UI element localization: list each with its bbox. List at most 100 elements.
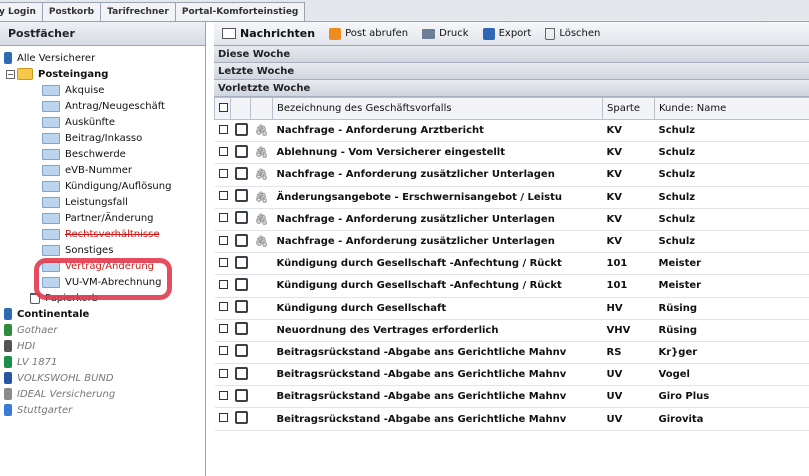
sparte-header[interactable]: Sparte xyxy=(602,97,655,120)
mailbox-item[interactable]: Auskünfte xyxy=(0,114,205,130)
row-subject[interactable]: Beitragsrückstand -Abgabe ans Gerichtlic… xyxy=(272,407,603,431)
row-checkbox[interactable] xyxy=(218,124,228,134)
mailbox-item[interactable]: Sonstiges xyxy=(0,242,205,258)
tab-portal-komforteinstieg[interactable]: Portal-Komforteinstieg xyxy=(174,2,306,21)
mailbox-item[interactable]: Akquise xyxy=(0,82,205,98)
row-subject[interactable]: Kündigung durch Gesellschaft xyxy=(272,297,603,320)
message-type-icon xyxy=(234,255,248,269)
row-subject[interactable]: Neuordnung des Vertrages erforderlich xyxy=(272,319,603,342)
group-last-week[interactable]: Letzte Woche xyxy=(214,63,809,80)
delete-button[interactable]: Löschen xyxy=(545,27,600,40)
subject-header[interactable]: Bezeichnung des Geschäftsvorfalls xyxy=(272,97,603,120)
mailbox-item[interactable]: VOLKSWOHL BUND xyxy=(0,370,205,386)
table-row[interactable]: 🖇 Änderungsangebote - Erschwernisangebot … xyxy=(214,186,809,209)
row-checkbox[interactable] xyxy=(218,346,228,356)
table-row[interactable]: Beitragsrückstand -Abgabe ans Gerichtlic… xyxy=(214,407,809,431)
row-subject[interactable]: Ablehnung - Vom Versicherer eingestellt xyxy=(272,141,603,165)
row-subject[interactable]: Beitragsrückstand -Abgabe ans Gerichtlic… xyxy=(272,385,603,409)
message-type-icon xyxy=(234,411,248,425)
row-subject[interactable]: Nachfrage - Anforderung zusätzlicher Unt… xyxy=(272,163,603,187)
table-row[interactable]: Kündigung durch Gesellschaft HV Rüsing xyxy=(214,297,809,320)
row-checkbox[interactable] xyxy=(218,257,228,267)
table-row[interactable]: Kündigung durch Gesellschaft -Anfechtung… xyxy=(214,274,809,298)
row-subject[interactable]: Kündigung durch Gesellschaft -Anfechtung… xyxy=(272,252,603,276)
mailbox-item[interactable]: Beschwerde xyxy=(0,146,205,162)
row-checkbox[interactable] xyxy=(218,302,228,312)
row-checkbox[interactable] xyxy=(218,191,228,201)
row-subject[interactable]: Nachfrage - Anforderung Arztbericht xyxy=(272,119,603,143)
export-button[interactable]: Export xyxy=(482,27,531,40)
row-checkbox[interactable] xyxy=(218,279,228,289)
row-customer: Meister xyxy=(654,274,809,298)
row-subject[interactable]: Beitragsrückstand -Abgabe ans Gerichtlic… xyxy=(272,341,603,365)
table-row[interactable]: Neuordnung des Vertrages erforderlich VHV… xyxy=(214,319,809,342)
table-row[interactable]: Kündigung durch Gesellschaft -Anfechtung… xyxy=(214,252,809,276)
mailbox-item[interactable]: Alle Versicherer xyxy=(0,50,205,66)
row-subject[interactable]: Beitragsrückstand -Abgabe ans Gerichtlic… xyxy=(272,363,603,387)
row-select-cell xyxy=(214,363,231,387)
mailbox-item[interactable]: Continentale xyxy=(0,306,205,322)
row-checkbox[interactable] xyxy=(218,146,228,156)
row-select-cell xyxy=(214,163,231,187)
mailbox-item[interactable]: LV 1871 xyxy=(0,354,205,370)
mailbox-item[interactable]: Leistungsfall xyxy=(0,194,205,210)
mailbox-item[interactable]: Beitrag/Inkasso xyxy=(0,130,205,146)
mailbox-item[interactable]: IDEAL Versicherung xyxy=(0,386,205,402)
mailbox-item[interactable]: Partner/Änderung xyxy=(0,210,205,226)
mailbox-item[interactable]: Rechtsverhältnisse xyxy=(0,226,205,242)
table-row[interactable]: 🖇 Nachfrage - Anforderung Arztbericht KV Sc… xyxy=(214,119,809,143)
row-checkbox[interactable] xyxy=(218,168,228,178)
row-type-cell xyxy=(230,208,251,231)
table-row[interactable]: Beitragsrückstand -Abgabe ans Gerichtlic… xyxy=(214,341,809,365)
row-checkbox[interactable] xyxy=(218,390,228,400)
row-subject[interactable]: Nachfrage - Anforderung zusätzlicher Unt… xyxy=(272,230,603,254)
print-button[interactable]: Druck xyxy=(422,28,469,39)
row-select-cell xyxy=(214,208,231,231)
table-row[interactable]: 🖇 Nachfrage - Anforderung zusätzlicher Un… xyxy=(214,208,809,231)
tab-tarifrechner[interactable]: Tarifrechner xyxy=(100,2,176,21)
table-row[interactable]: 🖇 Nachfrage - Anforderung zusätzlicher Un… xyxy=(214,230,809,254)
mailbox-item[interactable]: HDI xyxy=(0,338,205,354)
table-row[interactable]: 🖇 Nachfrage - Anforderung zusätzlicher Un… xyxy=(214,163,809,187)
customer-header[interactable]: Kunde: Name xyxy=(654,97,809,120)
attachment-icon: 🖇 xyxy=(254,168,269,182)
row-customer: Schulz xyxy=(654,163,809,187)
mailbox-item[interactable]: eVB-Nummer xyxy=(0,162,205,178)
row-checkbox[interactable] xyxy=(218,324,228,334)
row-checkbox[interactable] xyxy=(218,413,228,423)
group-week-before[interactable]: Vorletzte Woche xyxy=(214,80,809,97)
tab-postkorb[interactable]: Postkorb xyxy=(41,2,102,21)
row-checkbox[interactable] xyxy=(218,368,228,378)
mailbox-item-label: Auskünfte xyxy=(65,116,115,128)
row-checkbox[interactable] xyxy=(218,213,228,223)
folder-icon xyxy=(42,116,60,128)
mailbox-item[interactable]: Kündigung/Auflösung xyxy=(0,178,205,194)
attachment-icon: 🖇 xyxy=(254,212,269,226)
mailbox-item[interactable]: Gothaer xyxy=(0,322,205,338)
row-checkbox[interactable] xyxy=(218,235,228,245)
tab-login[interactable]: y Login xyxy=(0,2,43,21)
table-row[interactable]: Beitragsrückstand -Abgabe ans Gerichtlic… xyxy=(214,363,809,387)
collapse-icon[interactable]: − xyxy=(6,69,15,79)
mailbox-item[interactable]: − Posteingang xyxy=(0,66,205,82)
table-row[interactable]: 🖇 Ablehnung - Vom Versicherer eingestellt… xyxy=(214,141,809,165)
row-attachment-cell xyxy=(250,319,273,342)
table-row[interactable]: Beitragsrückstand -Abgabe ans Gerichtlic… xyxy=(214,385,809,409)
row-subject[interactable]: Kündigung durch Gesellschaft -Anfechtung… xyxy=(272,274,603,298)
fetch-mail-button[interactable]: Post abrufen xyxy=(329,27,408,40)
row-subject[interactable]: Nachfrage - Anforderung zusätzlicher Unt… xyxy=(272,208,603,231)
insurer-icon xyxy=(4,356,12,368)
group-this-week[interactable]: Diese Woche xyxy=(214,46,809,63)
row-sparte: UV xyxy=(602,407,655,431)
messages-button[interactable]: Nachrichten xyxy=(222,27,315,40)
mailbox-item[interactable]: Stuttgarter xyxy=(0,402,205,418)
row-type-cell xyxy=(230,119,251,143)
select-all-checkbox[interactable] xyxy=(219,102,228,112)
row-subject[interactable]: Änderungsangebote - Erschwernisangebot /… xyxy=(272,186,603,209)
folder-icon xyxy=(42,148,60,160)
message-rows: 🖇 Nachfrage - Anforderung Arztbericht KV Sc… xyxy=(214,119,809,431)
row-attachment-cell xyxy=(250,407,273,431)
row-sparte: KV xyxy=(602,141,655,165)
row-sparte: KV xyxy=(602,163,655,187)
mailbox-item[interactable]: Antrag/Neugeschäft xyxy=(0,98,205,114)
